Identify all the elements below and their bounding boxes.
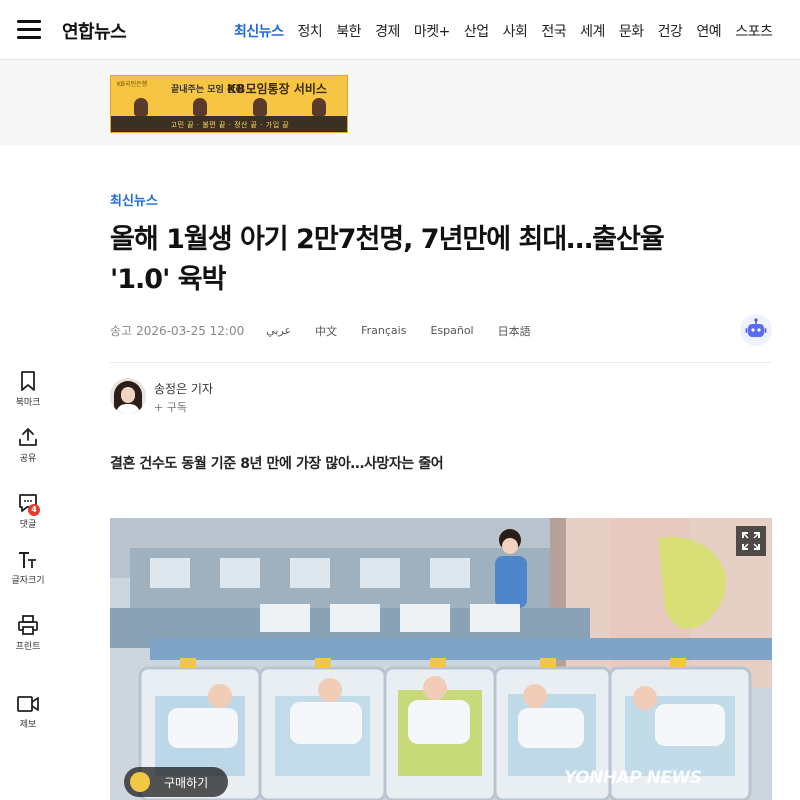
fullscreen-icon xyxy=(742,532,760,550)
expand-photo-button[interactable] xyxy=(736,526,766,556)
article-subtitle: 결혼 건수도 동월 기준 8년 만에 가장 많아…사망자는 줄어 xyxy=(110,456,444,472)
ad-section: KB국민은행 끝내주는 모임 관리 KB모임통장 서비스 고민 끝 · 불편 끝… xyxy=(0,60,800,146)
print-button[interactable]: 프린트 xyxy=(0,614,56,652)
nav-item-market[interactable]: 마켓+ xyxy=(414,21,451,41)
print-label: 프린트 xyxy=(15,642,41,652)
nav-item-national[interactable]: 전국 xyxy=(541,21,566,41)
lang-french[interactable]: Français xyxy=(361,324,406,337)
meta-divider xyxy=(110,362,772,363)
lang-chinese[interactable]: 中文 xyxy=(315,323,337,339)
shopping-bag-icon xyxy=(130,772,150,792)
comment-count-badge: 4 xyxy=(28,504,40,516)
lang-japanese[interactable]: 日本語 xyxy=(498,323,531,339)
nav-item-health[interactable]: 건강 xyxy=(658,21,683,41)
ad-strip: 고민 끝 · 불편 끝 · 정산 끝 · 가입 끝 xyxy=(111,116,347,132)
published-date: 2026-03-25 12:00 xyxy=(136,323,245,338)
buy-photo-button[interactable]: 구매하기 xyxy=(124,767,228,797)
reporter-name[interactable]: 송정은 기자 xyxy=(154,380,213,397)
menu-icon[interactable] xyxy=(17,20,41,40)
font-size-label: 글자크기 xyxy=(11,576,45,586)
ad-title: KB모임통장 서비스 xyxy=(227,82,327,96)
report-button[interactable]: 제보 xyxy=(0,694,56,730)
nav-item-entertainment[interactable]: 연예 xyxy=(696,21,721,41)
article-headline: 올해 1월생 아기 2만7천명, 7년만에 최대…출산율 '1.0' 육박 xyxy=(110,220,770,300)
lang-arabic[interactable]: عربي xyxy=(266,324,291,337)
nav-item-society[interactable]: 사회 xyxy=(503,21,528,41)
ad-brand: KB국민은행 xyxy=(117,81,148,88)
nursery-photo-illustration xyxy=(110,518,772,800)
font-size-icon xyxy=(19,552,36,568)
article-category[interactable]: 최신뉴스 xyxy=(110,190,158,209)
share-label: 공유 xyxy=(19,454,37,464)
nav-item-sports[interactable]: 스포츠 xyxy=(735,21,773,41)
headline-line-1: 올해 1월생 아기 2만7천명, 7년만에 최대…출산율 xyxy=(110,224,665,255)
nav-item-world[interactable]: 세계 xyxy=(580,21,605,41)
ad-people-illustration xyxy=(111,98,347,116)
bookmark-label: 북마크 xyxy=(15,398,41,408)
report-label: 제보 xyxy=(19,720,37,730)
video-report-icon xyxy=(17,696,39,712)
main-nav: 최신뉴스 정치 북한 경제 마켓+ 산업 사회 전국 세계 문화 건강 연예 스… xyxy=(234,21,786,41)
nav-item-culture[interactable]: 문화 xyxy=(619,21,644,41)
nav-item-latest[interactable]: 최신뉴스 xyxy=(234,21,284,41)
reporter-avatar[interactable] xyxy=(110,378,146,414)
site-logo[interactable]: 연합뉴스 xyxy=(62,18,127,44)
comment-button[interactable]: 4 댓글 xyxy=(0,492,56,530)
share-icon xyxy=(19,428,37,446)
article-photo xyxy=(110,518,772,800)
bookmark-button[interactable]: 북마크 xyxy=(0,370,56,408)
robot-icon xyxy=(745,318,767,337)
nav-item-industry[interactable]: 산업 xyxy=(464,21,489,41)
nav-item-politics[interactable]: 정치 xyxy=(298,21,323,41)
buy-photo-label: 구매하기 xyxy=(164,776,209,790)
photo-watermark: YONHAP NEWS xyxy=(564,768,702,788)
ad-banner[interactable]: KB국민은행 끝내주는 모임 관리 KB모임통장 서비스 고민 끝 · 불편 끝… xyxy=(110,75,348,133)
font-size-button[interactable]: 글자크기 xyxy=(0,550,56,586)
nav-item-economy[interactable]: 경제 xyxy=(375,21,400,41)
comment-label: 댓글 xyxy=(19,520,37,530)
subscribe-button[interactable]: + 구독 xyxy=(154,399,187,415)
print-icon xyxy=(18,615,38,635)
share-button[interactable]: 공유 xyxy=(0,426,56,464)
ai-robot-button[interactable] xyxy=(740,314,772,346)
published-label: 송고 xyxy=(110,324,133,338)
nav-item-north-korea[interactable]: 북한 xyxy=(336,21,361,41)
article-meta: 송고 2026-03-25 12:00 عربي 中文 Français Esp… xyxy=(110,322,555,339)
headline-line-2: '1.0' 육박 xyxy=(110,264,226,295)
site-header: 연합뉴스 최신뉴스 정치 북한 경제 마켓+ 산업 사회 전국 세계 문화 건강… xyxy=(0,0,800,60)
bookmark-icon xyxy=(21,371,35,391)
lang-spanish[interactable]: Español xyxy=(430,324,473,337)
